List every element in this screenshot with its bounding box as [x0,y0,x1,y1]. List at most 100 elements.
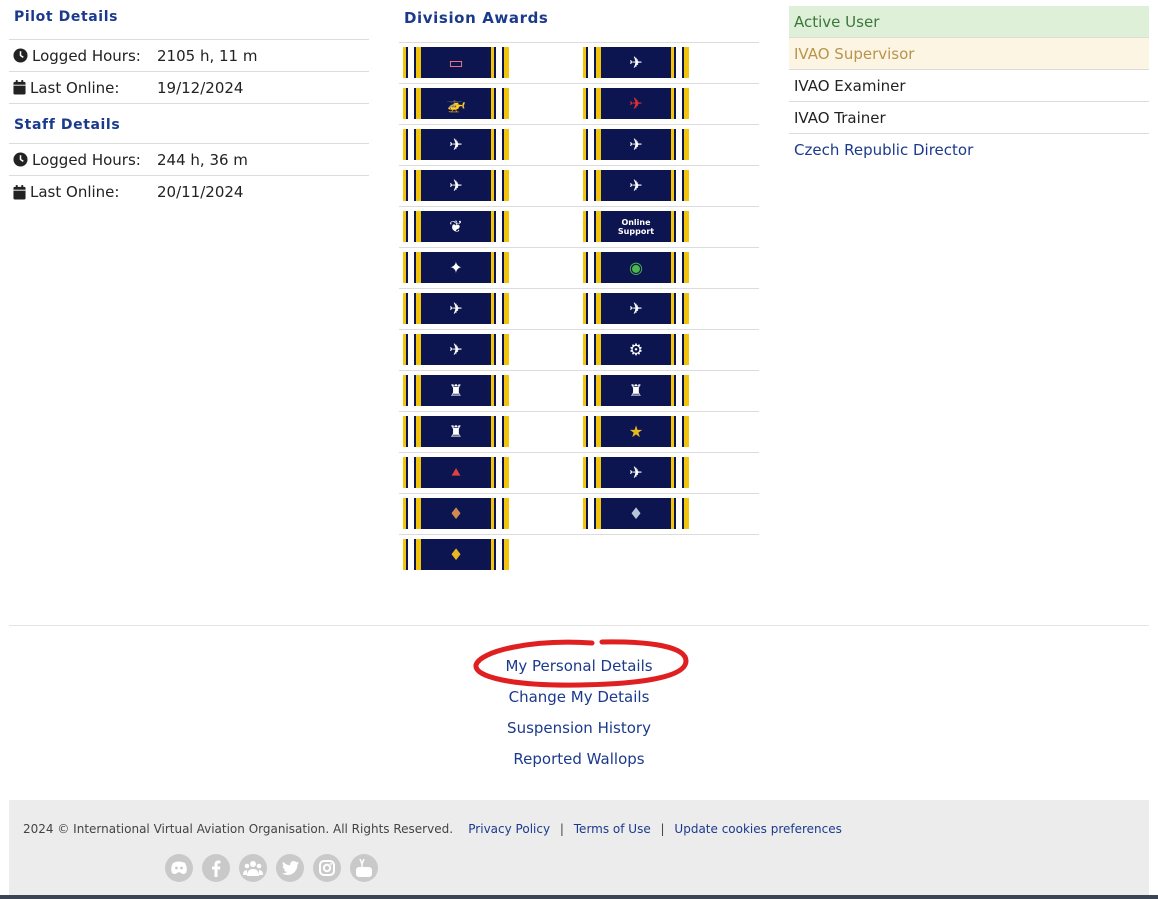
gold-wings-icon: ♦ [448,545,464,564]
award-ribbon[interactable]: Online Support [583,211,689,242]
division-awards-title: Division Awards [399,0,759,43]
award-ribbon[interactable]: ♜ [583,375,689,406]
pilot-details-title: Pilot Details [9,0,369,40]
tail-fins-icon: ⯅ [449,462,463,482]
award-cell: ♦ [579,494,759,535]
award-cell: ✈ [399,166,579,207]
award-ribbon[interactable]: ♦ [583,498,689,529]
award-ribbon[interactable]: ✈ [403,293,509,324]
staff-online-label: Last Online: [30,183,120,201]
role-active-user: Active User [789,6,1149,38]
calendar-icon [13,80,26,95]
footer: 2024 © International Virtual Aviation Or… [9,800,1149,895]
airliner-icon: ✈ [629,463,643,482]
award-ribbon[interactable]: ✈ [403,170,509,201]
award-grid: ▭ ✈ 🚁 ✈ ✈ ✈ ✈ ✈ ❦ Online Support ✦ ◉ ✈ ✈ ✈ ⚙ ♜ ♜ ♜ ★ ⯅ ✈ ♦ ♦ ♦ [399,43,759,576]
award-cell: ⯅ [399,453,579,494]
staff-hours-row: Logged Hours: 244 h, 36 m [9,144,369,176]
atc-tower-icon: ♜ [448,381,464,400]
award-cell: ▭ [399,43,579,84]
award-ribbon[interactable]: ✈ [583,129,689,160]
facebook-icon[interactable] [202,854,230,882]
award-ribbon[interactable]: 🚁 [403,88,509,119]
staff-online-value: 20/11/2024 [157,183,244,201]
award-ribbon[interactable]: ⚙ [583,334,689,365]
award-ribbon[interactable]: ♦ [403,498,509,529]
award-ribbon[interactable]: ★ [583,416,689,447]
reported-wallops-link[interactable]: Reported Wallops [0,747,1158,778]
award-cell: ✈ [579,166,759,207]
twitter-icon[interactable] [276,854,304,882]
biplane-icon: ✈ [629,94,643,113]
award-ribbon[interactable]: ◉ [583,252,689,283]
youtube-icon[interactable] [350,854,378,882]
division-awards: Division Awards ▭ ✈ 🚁 ✈ ✈ ✈ ✈ ✈ ❦ Online Support ✦… [399,0,759,576]
role-director: Czech Republic Director [794,141,974,159]
terms-of-use-link[interactable]: Terms of Use [574,822,651,836]
suspension-history-link[interactable]: Suspension History [0,716,1158,747]
staff-hours-value: 244 h, 36 m [157,150,248,169]
pilot-hours-value: 2105 h, 11 m [157,46,258,65]
award-cell: ✈ [579,125,759,166]
award-ribbon[interactable]: ♦ [403,539,509,570]
award-cell: Online Support [579,207,759,248]
award-ribbon[interactable]: ✈ [403,334,509,365]
staff-details-title: Staff Details [9,104,369,144]
award-ribbon[interactable]: ❦ [403,211,509,242]
discord-icon[interactable] [165,854,193,882]
instagram-icon[interactable] [313,854,341,882]
pilot-online-label: Last Online: [30,78,120,97]
pilot-hours-row: Logged Hours: 2105 h, 11 m [9,40,369,72]
section-divider [9,625,1149,626]
footer-separator: | [660,822,665,836]
role-supervisor: IVAO Supervisor [789,38,1149,70]
award-cell: ⚙ [579,330,759,371]
award-cell: ◉ [579,248,759,289]
award-ribbon[interactable]: ✈ [583,170,689,201]
cessna-icon: ✈ [629,53,643,72]
award-cell: ❦ [399,207,579,248]
award-cell: ♜ [579,371,759,412]
award-label: Online Support [617,217,655,236]
online-support-icon: Online Support [601,211,671,242]
plane-warning-icon: ✈ [449,135,463,154]
award-ribbon[interactable]: ✈ [583,47,689,78]
award-cell: 🚁 [399,84,579,125]
award-cell: ✦ [399,248,579,289]
clock-icon [13,48,28,63]
plane-icon: ✈ [629,135,643,154]
community-icon[interactable] [239,854,267,882]
gears-icon: ⚙ [628,340,644,359]
award-ribbon[interactable]: ✦ [403,252,509,283]
pilot-hours-label: Logged Hours: [32,46,141,65]
award-cell: ✈ [579,43,759,84]
pilot-online-value: 19/12/2024 [157,78,244,97]
copyright-text: 2024 © International Virtual Aviation Or… [23,822,454,836]
award-ribbon[interactable]: ✈ [583,293,689,324]
award-ribbon[interactable]: ⯅ [403,457,509,488]
award-cell: ♦ [399,535,579,576]
award-ribbon[interactable]: ✈ [583,457,689,488]
award-cell: ✈ [579,289,759,330]
update-cookies-link[interactable]: Update cookies preferences [674,822,841,836]
award-ribbon[interactable]: ♜ [403,375,509,406]
award-ribbon[interactable]: ✈ [583,88,689,119]
profile-details: Pilot Details Logged Hours: 2105 h, 11 m… [9,0,369,208]
runway-icon: ▭ [448,53,464,72]
award-ribbon[interactable]: ♜ [403,416,509,447]
user-roles: Active User IVAO Supervisor IVAO Examine… [789,6,1149,166]
bottom-bar [0,895,1158,899]
laurel-emblem-icon: ❦ [449,217,463,236]
staff-hours-label: Logged Hours: [32,150,141,169]
concorde-icon: ✈ [449,299,463,318]
business-jet-icon: ✈ [449,340,463,359]
award-cell: ✈ [579,453,759,494]
award-cell: ♜ [399,371,579,412]
privacy-policy-link[interactable]: Privacy Policy [468,822,550,836]
radar-icon: ◉ [629,258,643,277]
social-links [165,854,378,882]
award-ribbon[interactable]: ▭ [403,47,509,78]
award-ribbon[interactable]: ✈ [403,129,509,160]
atc-tower-icon: ♜ [628,381,644,400]
change-my-details-link[interactable]: Change My Details [0,685,1158,716]
